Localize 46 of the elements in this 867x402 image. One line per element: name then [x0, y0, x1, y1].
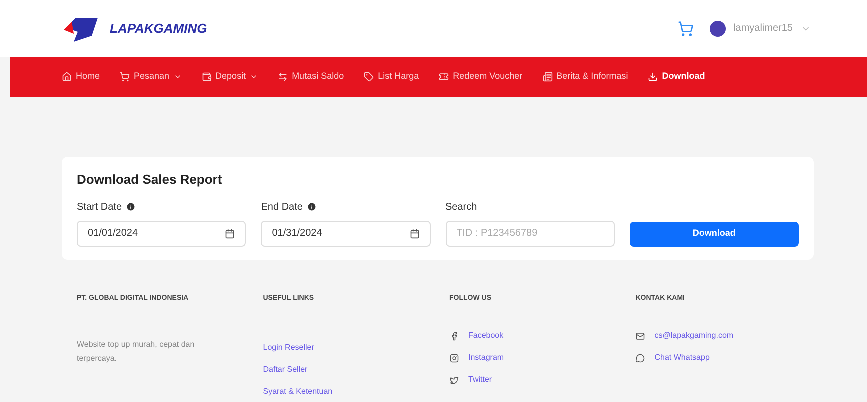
- card-title: Download Sales Report: [77, 171, 224, 189]
- nav-item[interactable]: List Harga: [364, 70, 420, 84]
- date-field[interactable]: 01/31/2024: [261, 220, 430, 246]
- wallet-icon: [202, 72, 212, 82]
- cart-icon[interactable]: [678, 20, 694, 36]
- username[interactable]: lamyalimer15: [734, 21, 793, 36]
- newspaper-icon: [542, 72, 553, 82]
- footer-text: Website top up murah, cepat dan terpercaya.: [77, 339, 196, 365]
- download-icon: [648, 72, 658, 82]
- field-label: Start Date: [77, 200, 122, 214]
- nav-item[interactable]: Pesanan: [120, 70, 182, 84]
- footer-link[interactable]: cs@lapakgaming.com: [654, 330, 734, 342]
- footer-link[interactable]: Login Reseller: [263, 342, 314, 354]
- nav-item[interactable]: Berita & Informasi: [542, 70, 628, 84]
- footer-link[interactable]: Daftar Seller: [263, 364, 308, 376]
- field-label: Search: [446, 200, 478, 214]
- nav-item[interactable]: Download: [648, 70, 706, 84]
- facebook-icon[interactable]: [450, 332, 458, 340]
- nav-item[interactable]: Home: [62, 70, 100, 84]
- footer-link[interactable]: Instagram: [468, 352, 504, 364]
- mail-icon[interactable]: [636, 332, 645, 340]
- cart-icon: [120, 72, 130, 82]
- footer-link[interactable]: Facebook: [468, 330, 504, 342]
- nav-item[interactable]: Redeem Voucher: [439, 70, 523, 84]
- info-icon[interactable]: [126, 202, 136, 212]
- info-icon[interactable]: [306, 202, 317, 212]
- nav-item[interactable]: Deposit: [202, 70, 258, 84]
- calendar-icon: [225, 228, 236, 238]
- instagram-icon[interactable]: [450, 354, 458, 362]
- logo-text: LAPAKGAMING: [110, 20, 208, 38]
- footer-link[interactable]: Chat Whatsapp: [654, 352, 710, 364]
- nav-item[interactable]: Mutasi Saldo: [278, 70, 344, 84]
- avatar[interactable]: [710, 20, 726, 36]
- calendar-icon: [410, 228, 420, 238]
- arrows-icon: [278, 72, 288, 82]
- chat-icon[interactable]: [636, 354, 645, 362]
- download-button[interactable]: Download: [630, 222, 799, 246]
- ticket-icon: [439, 72, 450, 82]
- field-label: End Date: [261, 200, 303, 214]
- footer-link[interactable]: Syarat & Ketentuan: [263, 386, 333, 398]
- twitter-icon[interactable]: [450, 376, 458, 384]
- search-field[interactable]: TID : P123456789: [446, 220, 615, 246]
- home-icon: [62, 72, 72, 82]
- date-field[interactable]: 01/01/2024: [77, 220, 246, 246]
- tag-icon: [364, 72, 374, 82]
- footer-link[interactable]: Twitter: [468, 374, 492, 386]
